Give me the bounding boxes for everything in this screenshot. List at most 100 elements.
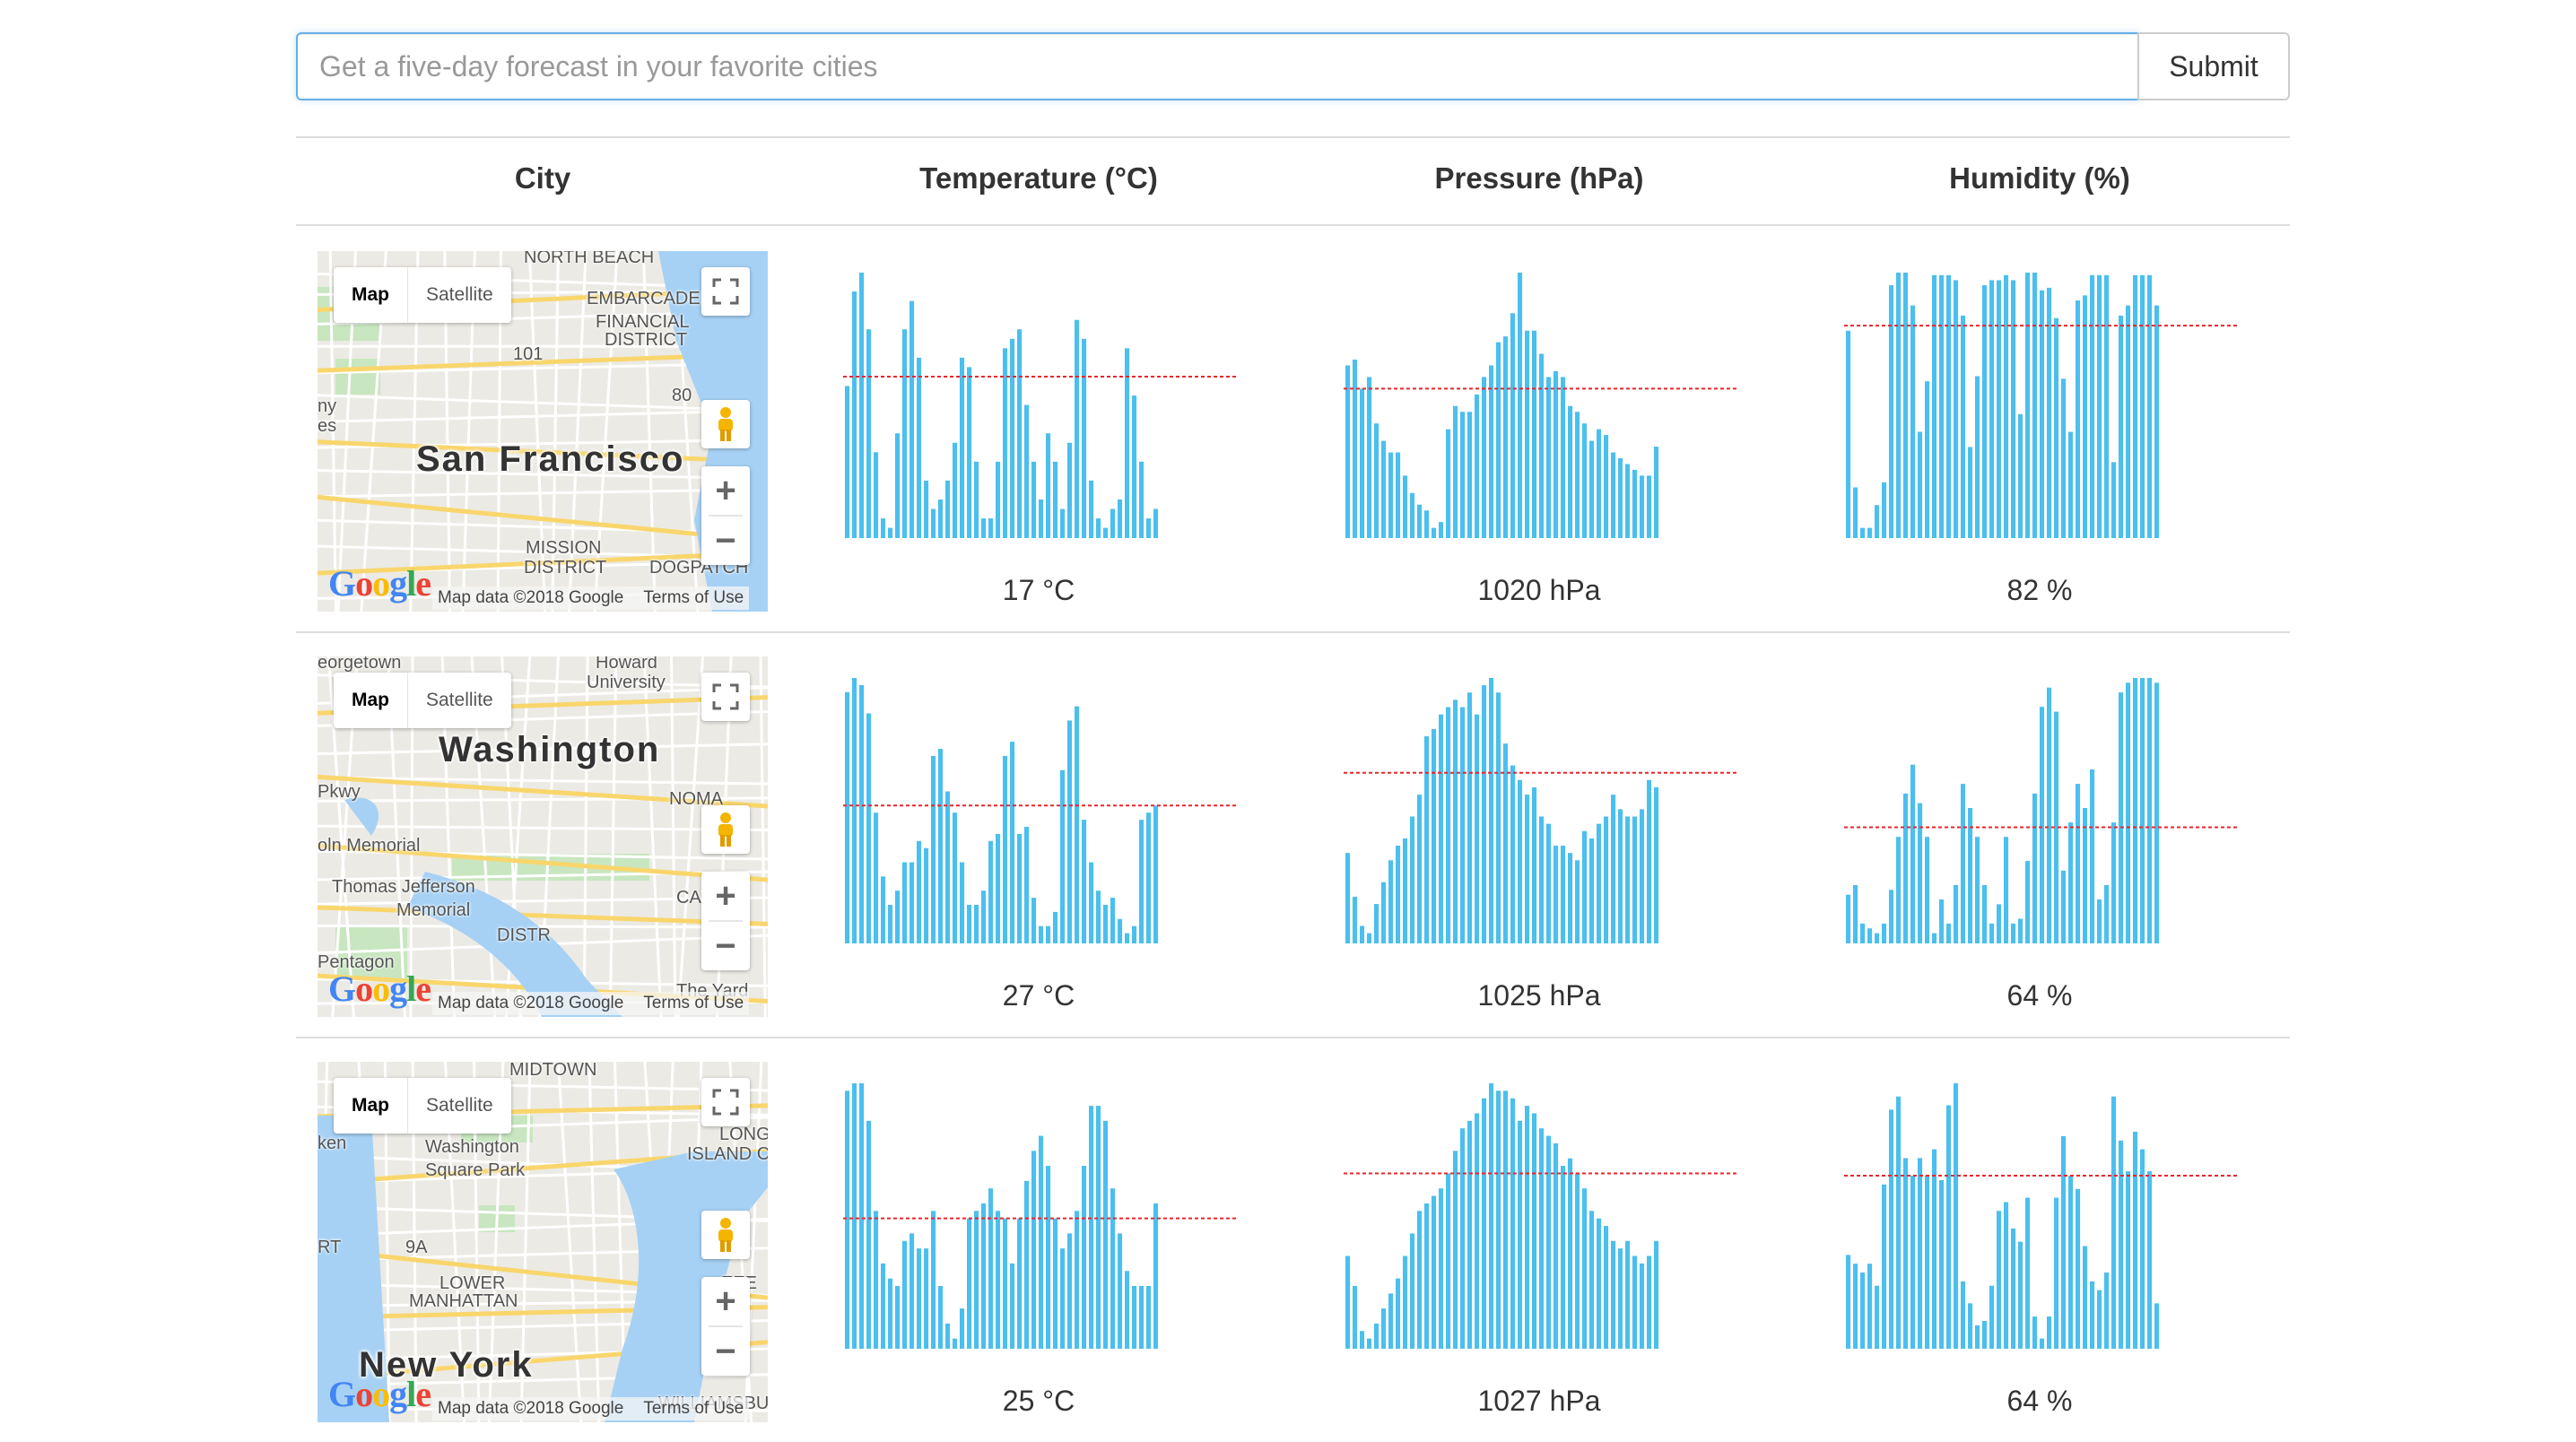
- zoom-in-button[interactable]: +: [701, 872, 750, 920]
- temperature-bar: [881, 518, 885, 538]
- temperature-bar: [845, 692, 849, 943]
- street-view-pegman-icon[interactable]: [701, 400, 750, 448]
- humidity-bar: [2040, 1339, 2044, 1349]
- temperature-bar: [996, 834, 1000, 943]
- pressure-bar: [1489, 1083, 1493, 1349]
- pressure-bar: [1360, 925, 1364, 943]
- temperature-bar: [931, 1211, 936, 1349]
- google-logo-letter: o: [355, 1374, 372, 1414]
- temperature-bar: [902, 1241, 907, 1349]
- humidity-bar: [1853, 488, 1858, 538]
- pressure-bar: [1374, 423, 1379, 538]
- temperature-bar: [931, 756, 936, 943]
- city-map[interactable]: MIDTOWNWashingtonSquare ParkLONGISLAND C…: [318, 1062, 768, 1422]
- google-logo-letter: o: [372, 969, 389, 1009]
- pressure-bar: [1525, 1106, 1529, 1349]
- satellite-view-button[interactable]: Satellite: [408, 1078, 511, 1134]
- neighborhood-label: ISLAND C: [687, 1144, 768, 1165]
- submit-button[interactable]: Submit: [2137, 32, 2290, 100]
- google-logo-letter: o: [355, 563, 372, 604]
- fullscreen-icon[interactable]: [701, 267, 750, 316]
- terms-of-use-link[interactable]: Terms of Use: [643, 588, 744, 608]
- google-logo-letter: g: [389, 969, 406, 1009]
- map-data-text: Map data ©2018 Google: [438, 994, 623, 1013]
- pressure-bar: [1432, 729, 1436, 943]
- temperature-bar: [938, 749, 943, 943]
- google-logo-letter: g: [389, 563, 406, 604]
- neighborhood-label: DISTRICT: [605, 330, 687, 351]
- neighborhood-label: MANHATTAN: [409, 1291, 518, 1312]
- pressure-value: 1025 hPa: [1477, 979, 1600, 1012]
- pressure-bar: [1582, 423, 1587, 538]
- map-view-button[interactable]: Map: [334, 673, 408, 728]
- city-search-input[interactable]: [296, 32, 2139, 100]
- pressure-bar: [1353, 897, 1357, 943]
- fullscreen-icon[interactable]: [701, 673, 750, 721]
- highway-shield-label: 9A: [405, 1238, 427, 1258]
- pressure-bar: [1482, 685, 1486, 943]
- temperature-bar: [859, 273, 864, 538]
- pressure-bar: [1453, 406, 1458, 538]
- humidity-bar: [2054, 318, 2058, 538]
- pressure-bar: [1647, 780, 1651, 943]
- pressure-bar: [1597, 430, 1601, 538]
- street-view-pegman-icon[interactable]: [701, 1211, 750, 1259]
- pressure-bar: [1496, 343, 1501, 538]
- temperature-bar: [1089, 1106, 1093, 1349]
- temperature-bar: [895, 890, 900, 943]
- humidity-bar: [2090, 769, 2094, 943]
- temperature-bar: [1031, 1151, 1036, 1349]
- table-row: San FranciscoNORTH BEACHEMBARCADEROFINAN…: [0, 228, 2576, 631]
- satellite-view-button[interactable]: Satellite: [408, 673, 511, 728]
- humidity-bar: [1982, 885, 1987, 943]
- zoom-out-button[interactable]: −: [701, 922, 750, 970]
- temperature-bar: [1082, 820, 1086, 943]
- temperature-bar: [866, 329, 871, 538]
- humidity-bar: [1889, 1109, 1893, 1349]
- temperature-bar: [859, 1083, 864, 1349]
- temperature-bar: [1075, 707, 1079, 943]
- zoom-in-button[interactable]: +: [701, 1277, 750, 1325]
- humidity-bar: [1867, 1264, 1872, 1349]
- terms-of-use-link[interactable]: Terms of Use: [643, 994, 744, 1013]
- humidity-bar: [2119, 1141, 2123, 1349]
- pressure-bar: [1539, 1128, 1544, 1349]
- temperature-bar: [1060, 509, 1065, 538]
- google-logo: Google: [328, 1373, 431, 1415]
- temperature-bar: [953, 1339, 957, 1349]
- humidity-bar: [1896, 1097, 1901, 1349]
- humidity-bar: [2119, 316, 2123, 538]
- temperature-bar: [960, 1308, 964, 1349]
- temperature-bar: [902, 329, 907, 538]
- humidity-bar: [1896, 273, 1901, 538]
- map-view-button[interactable]: Map: [334, 1078, 408, 1134]
- map-view-button[interactable]: Map: [334, 267, 408, 323]
- temperature-bar: [1118, 919, 1122, 943]
- temperature-bar: [1082, 1166, 1086, 1349]
- zoom-out-button[interactable]: −: [701, 517, 750, 565]
- google-logo-letter: l: [406, 563, 415, 604]
- city-map[interactable]: eorgetownHowardUniversityWashingtonPkwyN…: [318, 656, 768, 1017]
- temperature-bar: [881, 1264, 885, 1349]
- zoom-in-button[interactable]: +: [701, 466, 750, 515]
- temperature-bar: [981, 518, 986, 538]
- temperature-bar: [1139, 462, 1144, 538]
- street-view-pegman-icon[interactable]: [701, 805, 750, 854]
- fullscreen-icon[interactable]: [701, 1078, 750, 1126]
- humidity-bar: [2111, 462, 2116, 538]
- zoom-out-button[interactable]: −: [701, 1327, 750, 1376]
- satellite-view-button[interactable]: Satellite: [408, 267, 511, 323]
- city-map[interactable]: San FranciscoNORTH BEACHEMBARCADEROFINAN…: [318, 251, 768, 612]
- temperature-bar: [1125, 1271, 1129, 1349]
- pressure-bar: [1604, 435, 1608, 538]
- pressure-bar: [1510, 313, 1515, 538]
- temperature-bar: [1132, 1286, 1136, 1349]
- temperature-value: 17 °C: [1003, 574, 1075, 607]
- humidity-bar: [1932, 275, 1936, 538]
- temperature-bar: [981, 890, 986, 943]
- header-temperature: Temperature (°C): [919, 161, 1158, 195]
- temperature-bar: [1153, 1203, 1158, 1349]
- terms-of-use-link[interactable]: Terms of Use: [643, 1399, 744, 1419]
- humidity-bar: [1875, 1286, 1879, 1349]
- google-logo-letter: g: [389, 1374, 406, 1414]
